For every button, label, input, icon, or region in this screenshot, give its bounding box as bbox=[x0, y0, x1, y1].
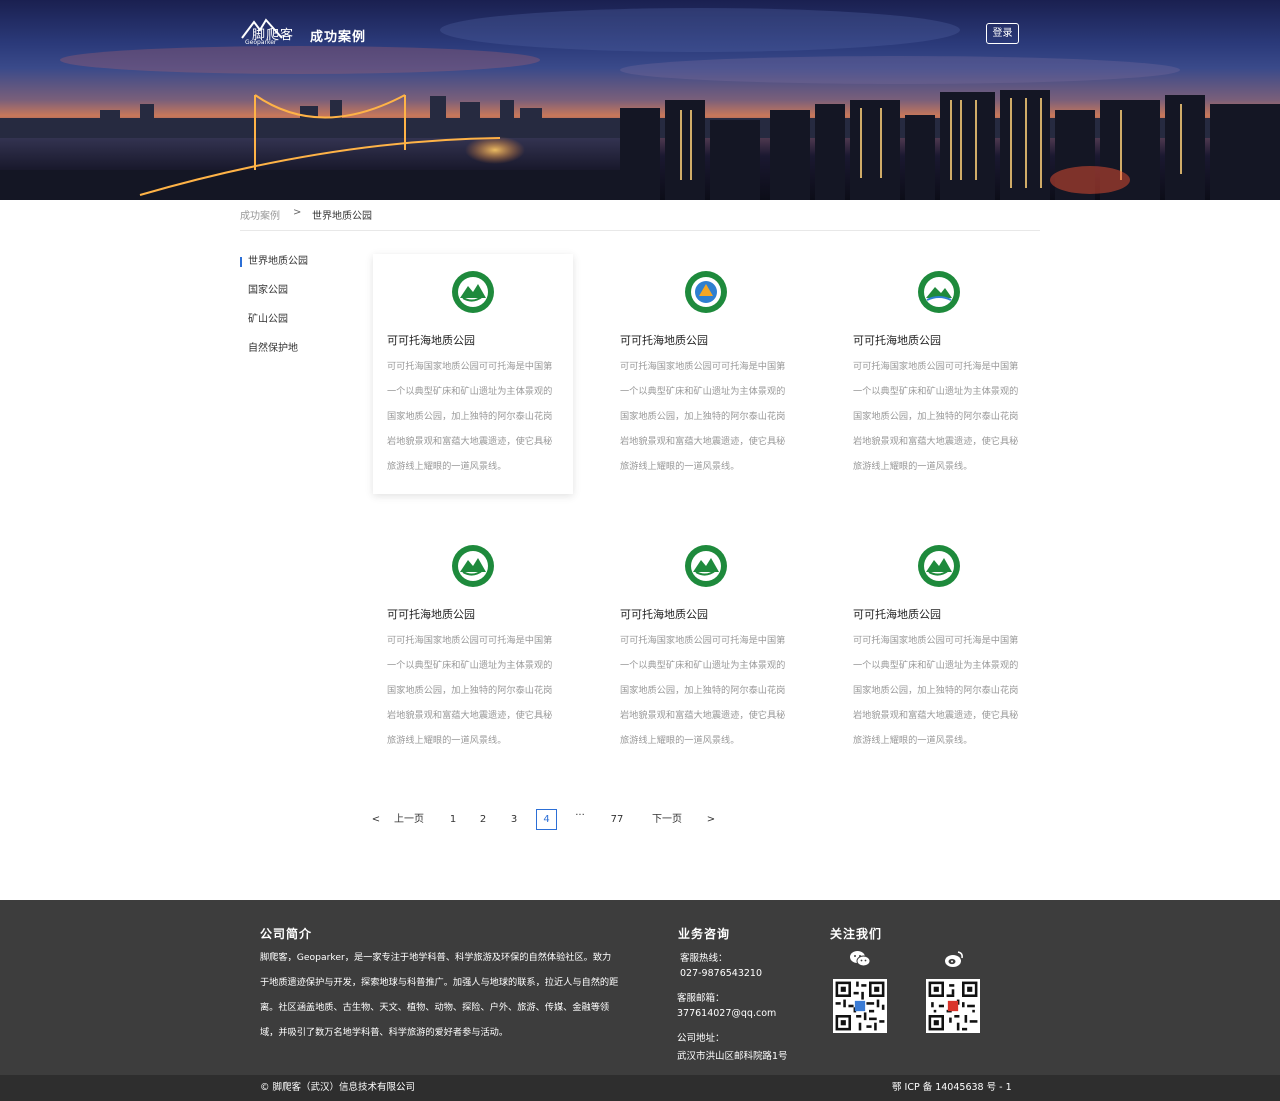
wechat-qr-code bbox=[833, 979, 887, 1033]
prev-arrow-icon[interactable]: < bbox=[370, 809, 382, 830]
breadcrumb-separator: > bbox=[293, 207, 302, 218]
card-description: 可可托海国家地质公园可可托海是中国第一个以典型矿床和矿山遗址为主体景观的国家地质… bbox=[620, 635, 786, 746]
case-card[interactable]: 可可托海地质公园 可可托海国家地质公园可可托海是中国第一个以典型矿床和矿山遗址为… bbox=[373, 254, 573, 494]
address-value: 武汉市洪山区邮科院路1号 bbox=[677, 1051, 788, 1062]
login-button[interactable]: 登录 bbox=[986, 23, 1019, 44]
hero-banner: 脚爬客 Geoparker 成功案例 登录 bbox=[0, 0, 1280, 200]
card-title: 可可托海地质公园 bbox=[853, 334, 941, 347]
case-card[interactable]: 可可托海地质公园 可可托海国家地质公园可可托海是中国第一个以典型矿床和矿山遗址为… bbox=[606, 528, 806, 768]
sidebar-item-world-geopark[interactable]: 世界地质公园 bbox=[240, 250, 350, 279]
prev-page-button[interactable]: 上一页 bbox=[390, 809, 428, 830]
sidebar-item-national-park[interactable]: 国家公园 bbox=[240, 279, 350, 308]
card-title: 可可托海地质公园 bbox=[387, 334, 475, 347]
pagination: < 上一页 1 2 3 4 ··· 77 下一页 > bbox=[0, 809, 1280, 833]
weibo-qr-code bbox=[926, 979, 980, 1033]
card-title: 可可托海地质公园 bbox=[620, 334, 708, 347]
email-value[interactable]: 377614027@qq.com bbox=[677, 1008, 776, 1019]
weibo-icon[interactable] bbox=[943, 949, 965, 969]
nav-success-cases[interactable]: 成功案例 bbox=[310, 26, 366, 45]
card-title: 可可托海地质公园 bbox=[620, 608, 708, 621]
email-label: 客服邮箱： bbox=[677, 993, 725, 1004]
hotline-value[interactable]: 027-9876543210 bbox=[680, 968, 762, 979]
wechat-icon[interactable] bbox=[849, 949, 871, 969]
breadcrumb-current: 世界地质公园 bbox=[312, 211, 372, 222]
geopark-green-badge-icon bbox=[918, 545, 960, 587]
pagination-ellipsis: ··· bbox=[575, 810, 585, 821]
card-description: 可可托海国家地质公园可可托海是中国第一个以典型矿床和矿山遗址为主体景观的国家地质… bbox=[853, 635, 1019, 746]
logo-subtitle: Geoparker bbox=[245, 39, 277, 46]
breadcrumb-root-link[interactable]: 成功案例 bbox=[240, 207, 280, 222]
copyright-text: © 脚爬客（武汉）信息技术有限公司 bbox=[260, 1082, 416, 1093]
address-label: 公司地址： bbox=[677, 1033, 725, 1044]
card-description: 可可托海国家地质公园可可托海是中国第一个以典型矿床和矿山遗址为主体景观的国家地质… bbox=[387, 361, 553, 472]
page-3-button[interactable]: 3 bbox=[507, 809, 521, 830]
geopark-green-badge-icon bbox=[685, 545, 727, 587]
page-2-button[interactable]: 2 bbox=[476, 809, 490, 830]
sidebar-item-label: 自然保护地 bbox=[248, 343, 298, 354]
sidebar-item-label: 国家公园 bbox=[248, 285, 288, 296]
sidebar-item-label: 世界地质公园 bbox=[248, 256, 308, 267]
contact-heading: 业务咨询 bbox=[678, 927, 731, 941]
page-1-button[interactable]: 1 bbox=[446, 809, 460, 830]
about-heading: 公司简介 bbox=[260, 927, 313, 941]
page-4-button[interactable]: 4 bbox=[536, 809, 557, 830]
card-description: 可可托海国家地质公园可可托海是中国第一个以典型矿床和矿山遗址为主体景观的国家地质… bbox=[853, 361, 1019, 472]
sidebar-item-nature-reserve[interactable]: 自然保护地 bbox=[240, 337, 350, 366]
breadcrumb: 成功案例 > 世界地质公园 bbox=[240, 207, 1040, 231]
card-title: 可可托海地质公园 bbox=[853, 608, 941, 621]
geopark-green-badge-icon bbox=[452, 271, 494, 313]
sidebar-item-mine-park[interactable]: 矿山公园 bbox=[240, 308, 350, 337]
card-description: 可可托海国家地质公园可可托海是中国第一个以典型矿床和矿山遗址为主体景观的国家地质… bbox=[620, 361, 786, 472]
case-card[interactable]: 可可托海地质公园 可可托海国家地质公园可可托海是中国第一个以典型矿床和矿山遗址为… bbox=[839, 528, 1039, 768]
hotline-label: 客服热线： bbox=[680, 953, 728, 964]
next-arrow-icon[interactable]: > bbox=[705, 809, 717, 830]
national-park-blue-badge-icon bbox=[685, 271, 727, 313]
follow-heading: 关注我们 bbox=[830, 927, 883, 941]
geopark-green-badge-icon bbox=[452, 545, 494, 587]
page-last-button[interactable]: 77 bbox=[606, 809, 628, 830]
card-description: 可可托海国家地质公园可可托海是中国第一个以典型矿床和矿山遗址为主体景观的国家地质… bbox=[387, 635, 553, 746]
case-card[interactable]: 可可托海地质公园 可可托海国家地质公园可可托海是中国第一个以典型矿床和矿山遗址为… bbox=[839, 254, 1039, 494]
case-card[interactable]: 可可托海地质公园 可可托海国家地质公园可可托海是中国第一个以典型矿床和矿山遗址为… bbox=[373, 528, 573, 768]
footer: 公司简介 脚爬客，Geoparker，是一家专注于地学科普、科学旅游及环保的自然… bbox=[0, 900, 1280, 1075]
case-card[interactable]: 可可托海地质公园 可可托海国家地质公园可可托海是中国第一个以典型矿床和矿山遗址为… bbox=[606, 254, 806, 494]
sidebar-item-label: 矿山公园 bbox=[248, 314, 288, 325]
next-page-button[interactable]: 下一页 bbox=[648, 809, 686, 830]
city-night-skyline-image bbox=[0, 8, 1280, 200]
mine-park-green-badge-icon bbox=[918, 271, 960, 313]
icp-number[interactable]: 鄂 ICP 备 14045638 号 - 1 bbox=[892, 1075, 1012, 1101]
category-sidebar: 世界地质公园 国家公园 矿山公园 自然保护地 bbox=[240, 250, 350, 366]
card-title: 可可托海地质公园 bbox=[387, 608, 475, 621]
about-text: 脚爬客，Geoparker，是一家专注于地学科普、科学旅游及环保的自然体验社区。… bbox=[260, 952, 619, 1038]
copyright-bar: © 脚爬客（武汉）信息技术有限公司 鄂 ICP 备 14045638 号 - 1 bbox=[0, 1075, 1280, 1101]
